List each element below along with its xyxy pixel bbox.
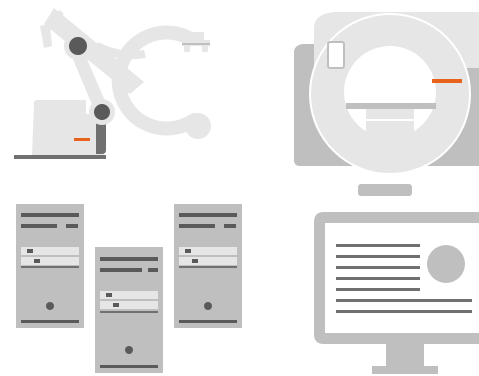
server-tower-right: [174, 204, 242, 328]
desktop-monitor-icon: [314, 212, 479, 374]
server-towers-icon: [16, 204, 242, 373]
server-tower-middle: [95, 247, 163, 373]
server-tower-left: [16, 204, 84, 328]
c-arm-xray-machine-icon: [14, 8, 211, 159]
monitor-illustration: [314, 212, 479, 376]
servers-illustration: [14, 202, 244, 376]
c-arm-illustration: [12, 2, 222, 164]
ct-scanner-illustration: [294, 8, 479, 198]
ct-mri-scanner-icon: [294, 12, 479, 196]
